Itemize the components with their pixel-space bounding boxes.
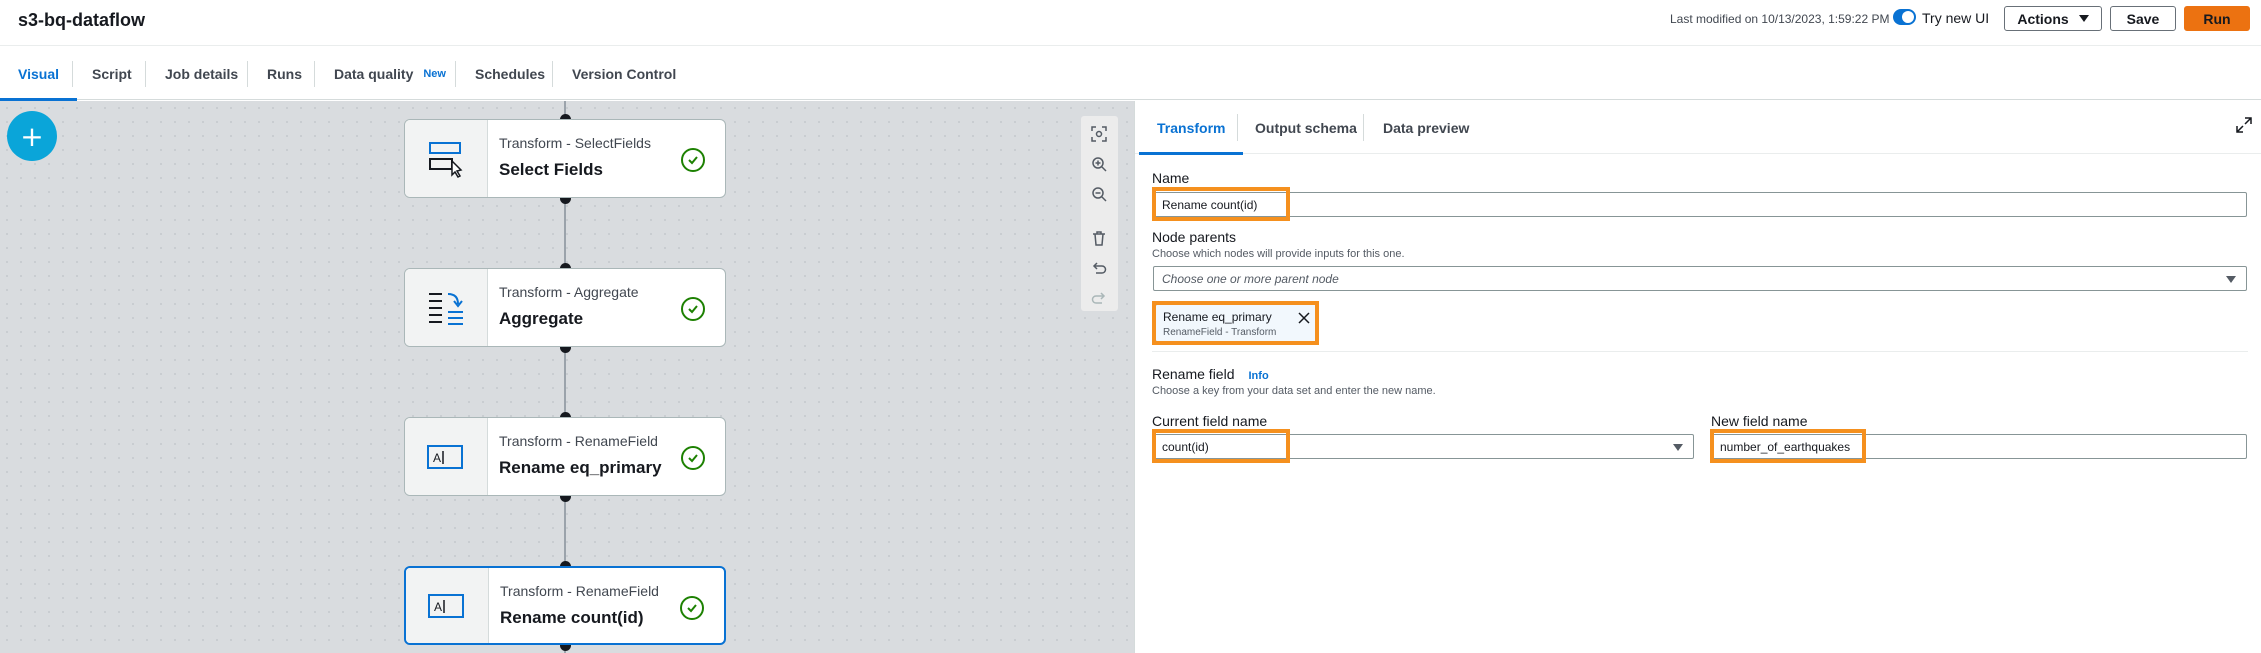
- node-type: Transform - RenameField: [499, 433, 658, 449]
- caret-down-icon: [2226, 276, 2236, 283]
- zoom-in-icon[interactable]: [1089, 154, 1109, 174]
- tab-data-preview[interactable]: Data preview: [1383, 101, 1469, 154]
- node-icon-box: A: [405, 418, 488, 495]
- node-parents-placeholder: Choose one or more parent node: [1162, 271, 1339, 286]
- tab-divider: [1237, 114, 1238, 141]
- job-tabs: Visual Script Job details Runs Data qual…: [0, 47, 2261, 101]
- last-modified-text: Last modified on 10/13/2023, 1:59:22 PM: [1670, 12, 1890, 26]
- undo-icon[interactable]: [1089, 258, 1109, 278]
- redo-icon[interactable]: [1089, 288, 1109, 308]
- tab-schedules[interactable]: Schedules: [475, 47, 545, 100]
- canvas-toolbar: [1081, 116, 1118, 311]
- run-button[interactable]: Run: [2184, 6, 2250, 31]
- tab-version-control[interactable]: Version Control: [572, 47, 676, 100]
- highlight-box: [1152, 301, 1319, 345]
- tab-divider: [1363, 114, 1364, 141]
- actions-label: Actions: [2017, 10, 2069, 27]
- tab-transform[interactable]: Transform: [1138, 101, 1245, 155]
- caret-down-icon: [2078, 15, 2089, 22]
- node-rename-count-id[interactable]: A Transform - RenameField Rename count(i…: [404, 566, 726, 645]
- highlight-box: [1152, 429, 1290, 463]
- node-title: Rename eq_primary: [499, 458, 662, 477]
- success-check-icon: [681, 148, 705, 172]
- node-aggregate[interactable]: Transform - Aggregate Aggregate: [404, 268, 726, 347]
- node-icon-box: [405, 120, 488, 197]
- tab-data-quality-label: Data quality: [334, 65, 414, 82]
- tab-divider: [145, 61, 146, 87]
- node-parents-select[interactable]: Choose one or more parent node: [1153, 266, 2247, 291]
- name-input[interactable]: Rename count(id): [1153, 192, 2247, 217]
- new-field-label: New field name: [1711, 413, 1808, 429]
- tab-data-quality[interactable]: Data quality New: [334, 47, 446, 100]
- info-link[interactable]: Info: [1249, 370, 1269, 382]
- node-parents-label: Node parents: [1152, 229, 1237, 245]
- top-header: s3-bq-dataflow Last modified on 10/13/20…: [0, 0, 2261, 46]
- rename-field-icon: A: [427, 444, 463, 469]
- svg-text:A: A: [434, 600, 442, 614]
- tab-divider: [72, 61, 73, 87]
- section-divider: [1152, 351, 2248, 352]
- node-properties-panel: Transform Output schema Data preview Nam…: [1134, 101, 2261, 653]
- fit-view-icon[interactable]: [1089, 124, 1109, 144]
- success-check-icon: [681, 446, 705, 470]
- tab-divider: [247, 61, 248, 87]
- panel-tabs: Transform Output schema Data preview: [1135, 101, 2261, 155]
- rename-field-icon: A: [428, 593, 464, 618]
- visual-canvas[interactable]: + Transform - SelectFields Select Fields: [0, 101, 1134, 653]
- node-icon-box: A: [406, 568, 489, 643]
- caret-down-icon: [1673, 444, 1683, 451]
- node-parents-description: Choose which nodes will provide inputs f…: [1152, 248, 1405, 260]
- node-title: Rename count(id): [500, 608, 644, 627]
- zoom-out-icon[interactable]: [1089, 184, 1109, 204]
- tab-divider: [314, 61, 315, 87]
- name-label: Name: [1152, 170, 1190, 186]
- success-check-icon: [680, 596, 704, 620]
- node-type: Transform - RenameField: [500, 583, 659, 599]
- rename-field-label: Rename field Info: [1152, 366, 1269, 382]
- toggle-knob: [1902, 11, 1914, 23]
- add-node-button[interactable]: +: [7, 111, 57, 161]
- node-title: Select Fields: [499, 160, 603, 179]
- job-title: s3-bq-dataflow: [18, 10, 146, 30]
- node-select-fields[interactable]: Transform - SelectFields Select Fields: [404, 119, 726, 198]
- delete-icon[interactable]: [1089, 228, 1109, 248]
- expand-icon[interactable]: [2236, 117, 2252, 133]
- try-new-ui-label: Try new UI: [1922, 10, 1990, 26]
- tab-job-details[interactable]: Job details: [165, 47, 238, 100]
- node-title: Aggregate: [499, 309, 584, 328]
- tab-divider: [455, 61, 456, 87]
- node-type: Transform - Aggregate: [499, 284, 639, 300]
- current-field-label: Current field name: [1152, 413, 1268, 429]
- node-icon-box: [405, 269, 488, 346]
- tab-script[interactable]: Script: [92, 47, 132, 100]
- actions-button[interactable]: Actions: [2004, 6, 2102, 31]
- success-check-icon: [681, 297, 705, 321]
- aggregate-icon: [429, 292, 463, 325]
- select-fields-icon: [429, 141, 463, 178]
- highlight-box: [1710, 429, 1866, 463]
- svg-text:A: A: [433, 451, 441, 465]
- tab-visual[interactable]: Visual: [0, 47, 77, 101]
- highlight-box: [1152, 187, 1290, 221]
- tab-output-schema[interactable]: Output schema: [1255, 101, 1357, 154]
- tab-runs[interactable]: Runs: [267, 47, 302, 100]
- save-button[interactable]: Save: [2110, 6, 2176, 31]
- tab-divider: [552, 61, 553, 87]
- rename-field-heading: Rename field: [1152, 366, 1235, 382]
- rename-field-description: Choose a key from your data set and ente…: [1152, 385, 1436, 397]
- node-rename-eq-primary[interactable]: A Transform - RenameField Rename eq_prim…: [404, 417, 726, 496]
- new-badge: New: [423, 67, 446, 80]
- try-new-ui-toggle[interactable]: [1893, 9, 1916, 25]
- node-type: Transform - SelectFields: [499, 135, 651, 151]
